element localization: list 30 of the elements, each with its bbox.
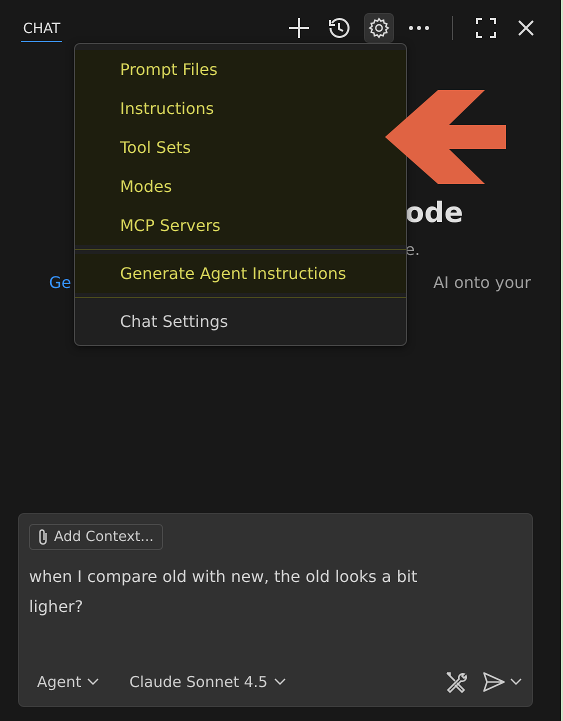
chevron-down-icon — [274, 678, 286, 686]
chat-tab[interactable]: CHAT — [21, 14, 62, 42]
prompt-text[interactable]: when I compare old with new, the old looks a bit ligher? — [29, 562, 469, 670]
chevron-down-icon — [87, 678, 100, 686]
model-picker[interactable]: Claude Sonnet 4.5 — [121, 671, 294, 693]
plus-icon — [288, 17, 310, 39]
mode-picker[interactable]: Agent — [29, 671, 108, 693]
settings-button[interactable] — [364, 13, 394, 43]
menu-item[interactable]: Modes — [75, 167, 406, 206]
add-context-button[interactable]: Add Context... — [29, 524, 163, 550]
welcome-text: AI onto your — [433, 273, 531, 292]
menu-item[interactable]: MCP Servers — [75, 206, 406, 245]
more-icon — [408, 25, 430, 31]
history-icon — [328, 17, 350, 39]
menu-item[interactable]: Prompt Files — [75, 50, 406, 89]
menu-item[interactable]: Generate Agent Instructions — [75, 254, 406, 293]
menu-item[interactable]: Instructions — [75, 89, 406, 128]
menu-item[interactable]: Chat Settings — [75, 302, 406, 341]
menu-item[interactable]: Tool Sets — [75, 128, 406, 167]
tools-icon — [444, 670, 468, 694]
send-icon — [482, 671, 506, 693]
maximize-icon — [476, 18, 496, 38]
paperclip-icon — [38, 528, 48, 546]
tools-button[interactable] — [444, 670, 468, 694]
send-button[interactable] — [482, 671, 522, 693]
chevron-down-icon — [510, 678, 522, 686]
welcome-heading: ode — [405, 196, 464, 229]
welcome-link[interactable]: Ge — [49, 273, 72, 292]
close-icon — [517, 19, 535, 37]
settings-icon — [368, 17, 390, 39]
